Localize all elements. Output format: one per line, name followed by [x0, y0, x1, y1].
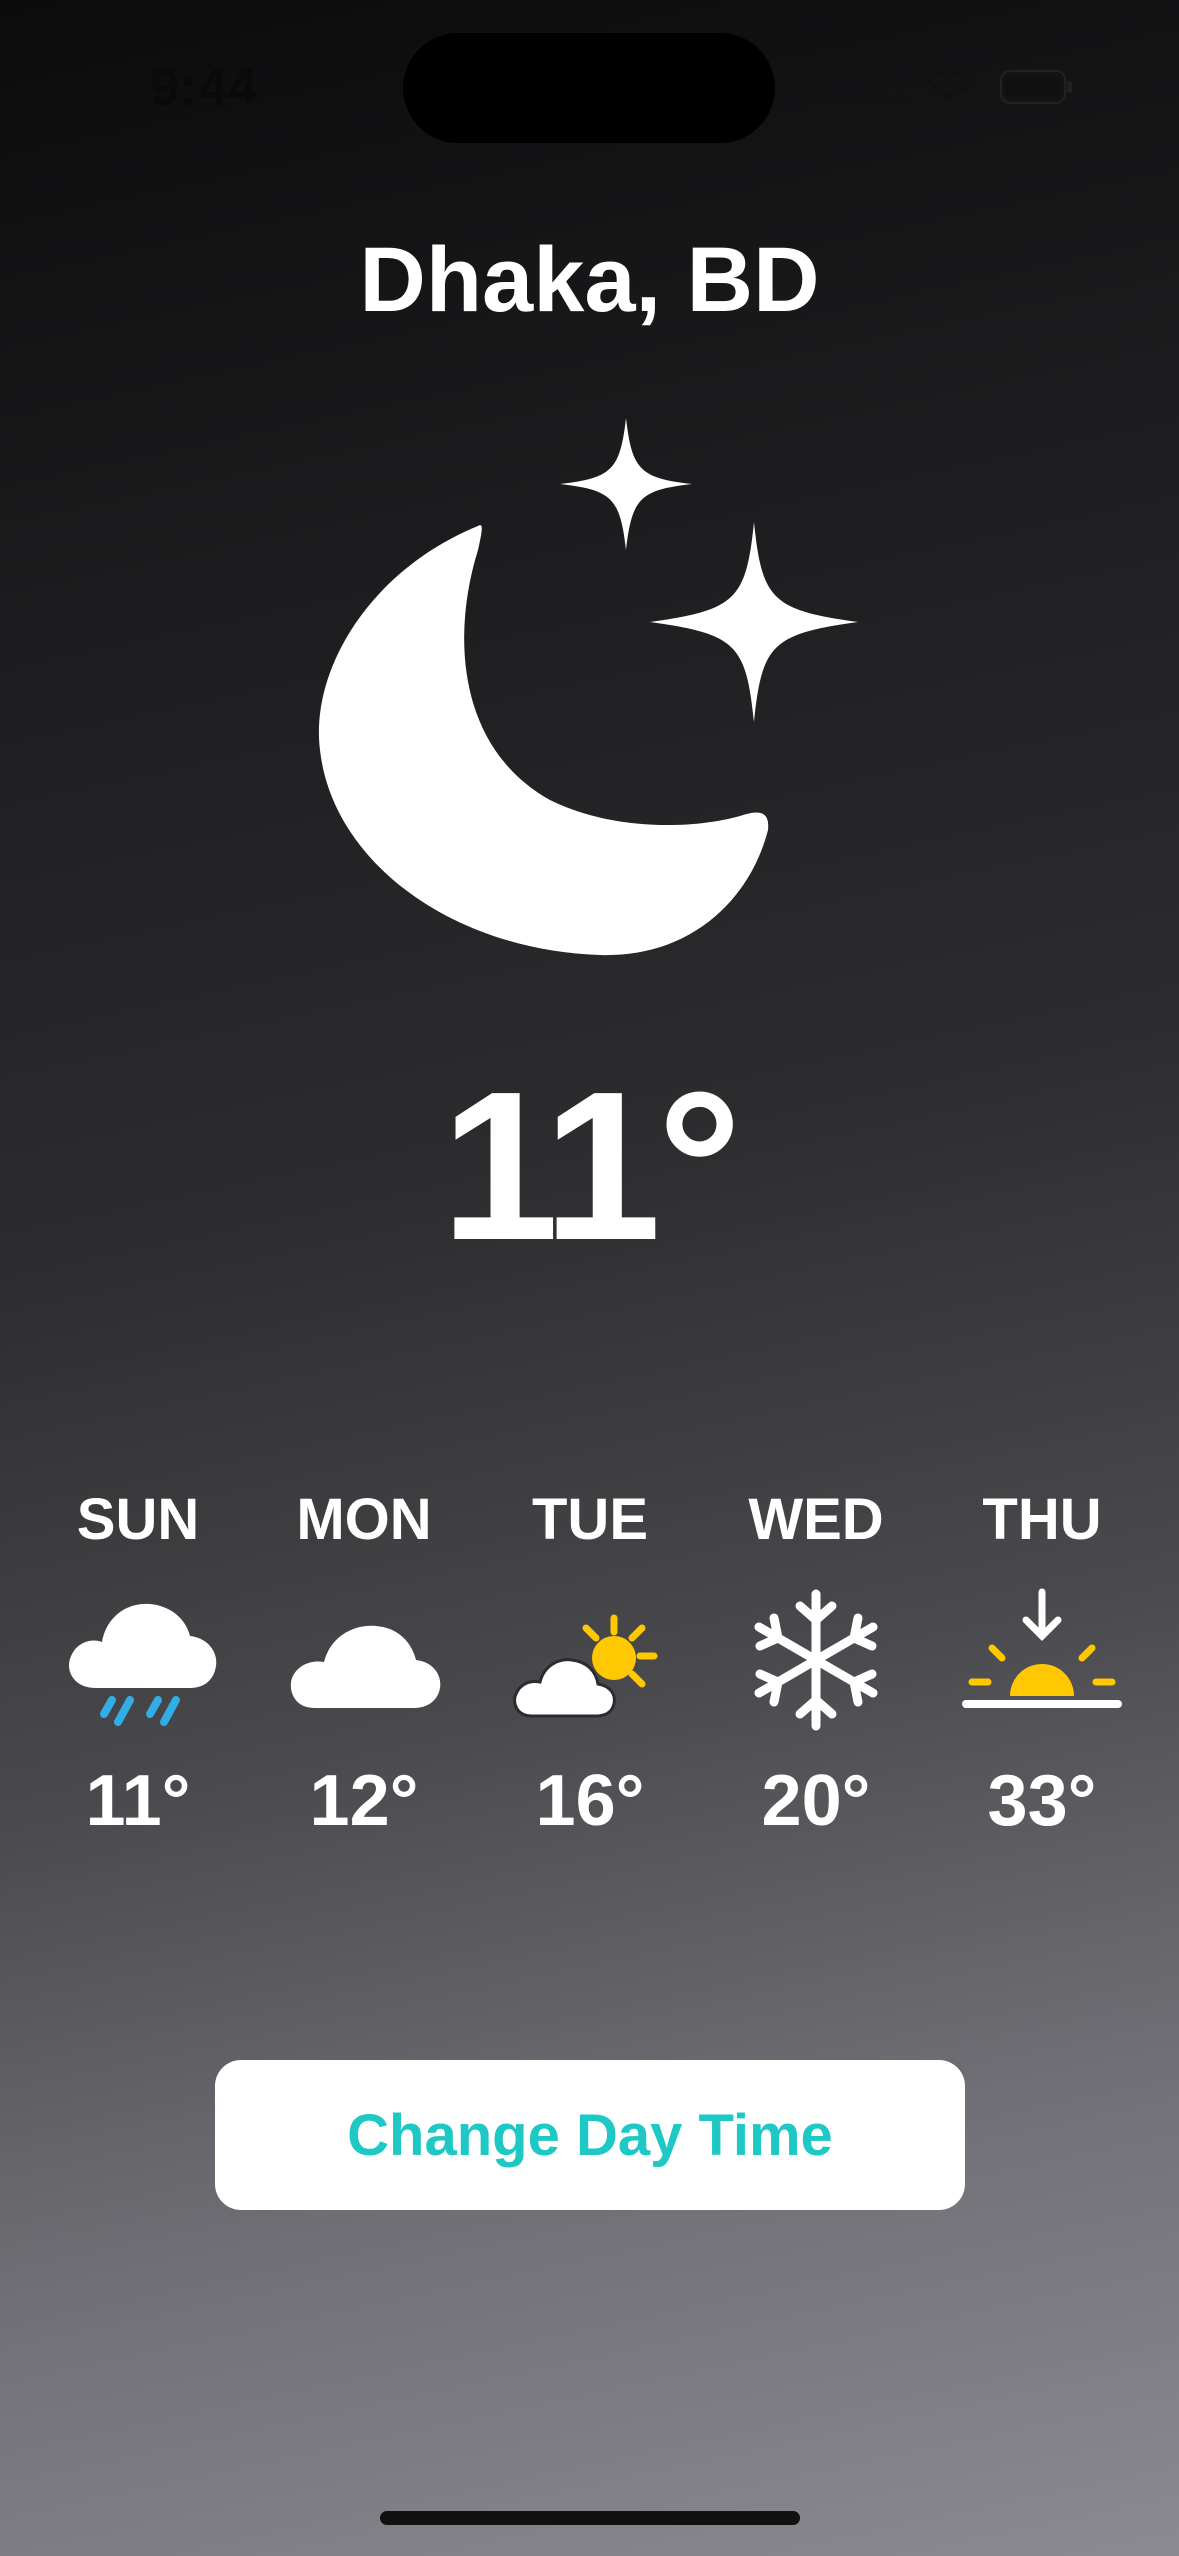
home-indicator[interactable] [380, 2511, 800, 2525]
cloud-rain-icon [58, 1580, 218, 1740]
day-temperature: 20° [761, 1761, 871, 1841]
forecast-row: SUN 11° MON 12° TUE 16° WED 20° THU 33° [25, 1480, 1155, 1842]
moon-stars-icon [310, 410, 870, 970]
cloud-icon [284, 1580, 444, 1740]
weather-screen: 9:44 Dhaka, BD 11° SUN 11° MON 12° TUE 1… [0, 0, 1179, 2556]
cellular-signal-icon [850, 86, 906, 102]
forecast-day-sun: SUN 11° [25, 1480, 251, 1842]
day-label: THU [982, 1487, 1102, 1552]
forecast-day-thu: THU 33° [929, 1480, 1155, 1842]
sunset-icon [962, 1580, 1122, 1740]
day-label: SUN [76, 1487, 200, 1552]
day-temperature: 12° [309, 1761, 419, 1841]
day-label: TUE [532, 1487, 648, 1552]
day-label: MON [296, 1487, 432, 1552]
forecast-day-mon: MON 12° [251, 1480, 477, 1842]
current-temperature: 11° [441, 1047, 742, 1284]
day-temperature: 16° [535, 1761, 645, 1841]
day-temperature: 11° [85, 1761, 191, 1841]
cloud-sun-icon [510, 1580, 670, 1740]
dynamic-island [403, 33, 775, 143]
status-time: 9:44 [150, 59, 259, 117]
wifi-icon [922, 66, 976, 106]
day-label: WED [748, 1487, 884, 1552]
change-day-time-button[interactable]: Change Day Time [215, 2060, 965, 2210]
city-name: Dhaka, BD [359, 229, 820, 331]
forecast-day-wed: WED 20° [703, 1480, 929, 1842]
day-temperature: 33° [987, 1761, 1097, 1841]
forecast-day-tue: TUE 16° [477, 1480, 703, 1842]
snowflake-icon [736, 1580, 896, 1740]
battery-icon [1000, 70, 1074, 104]
